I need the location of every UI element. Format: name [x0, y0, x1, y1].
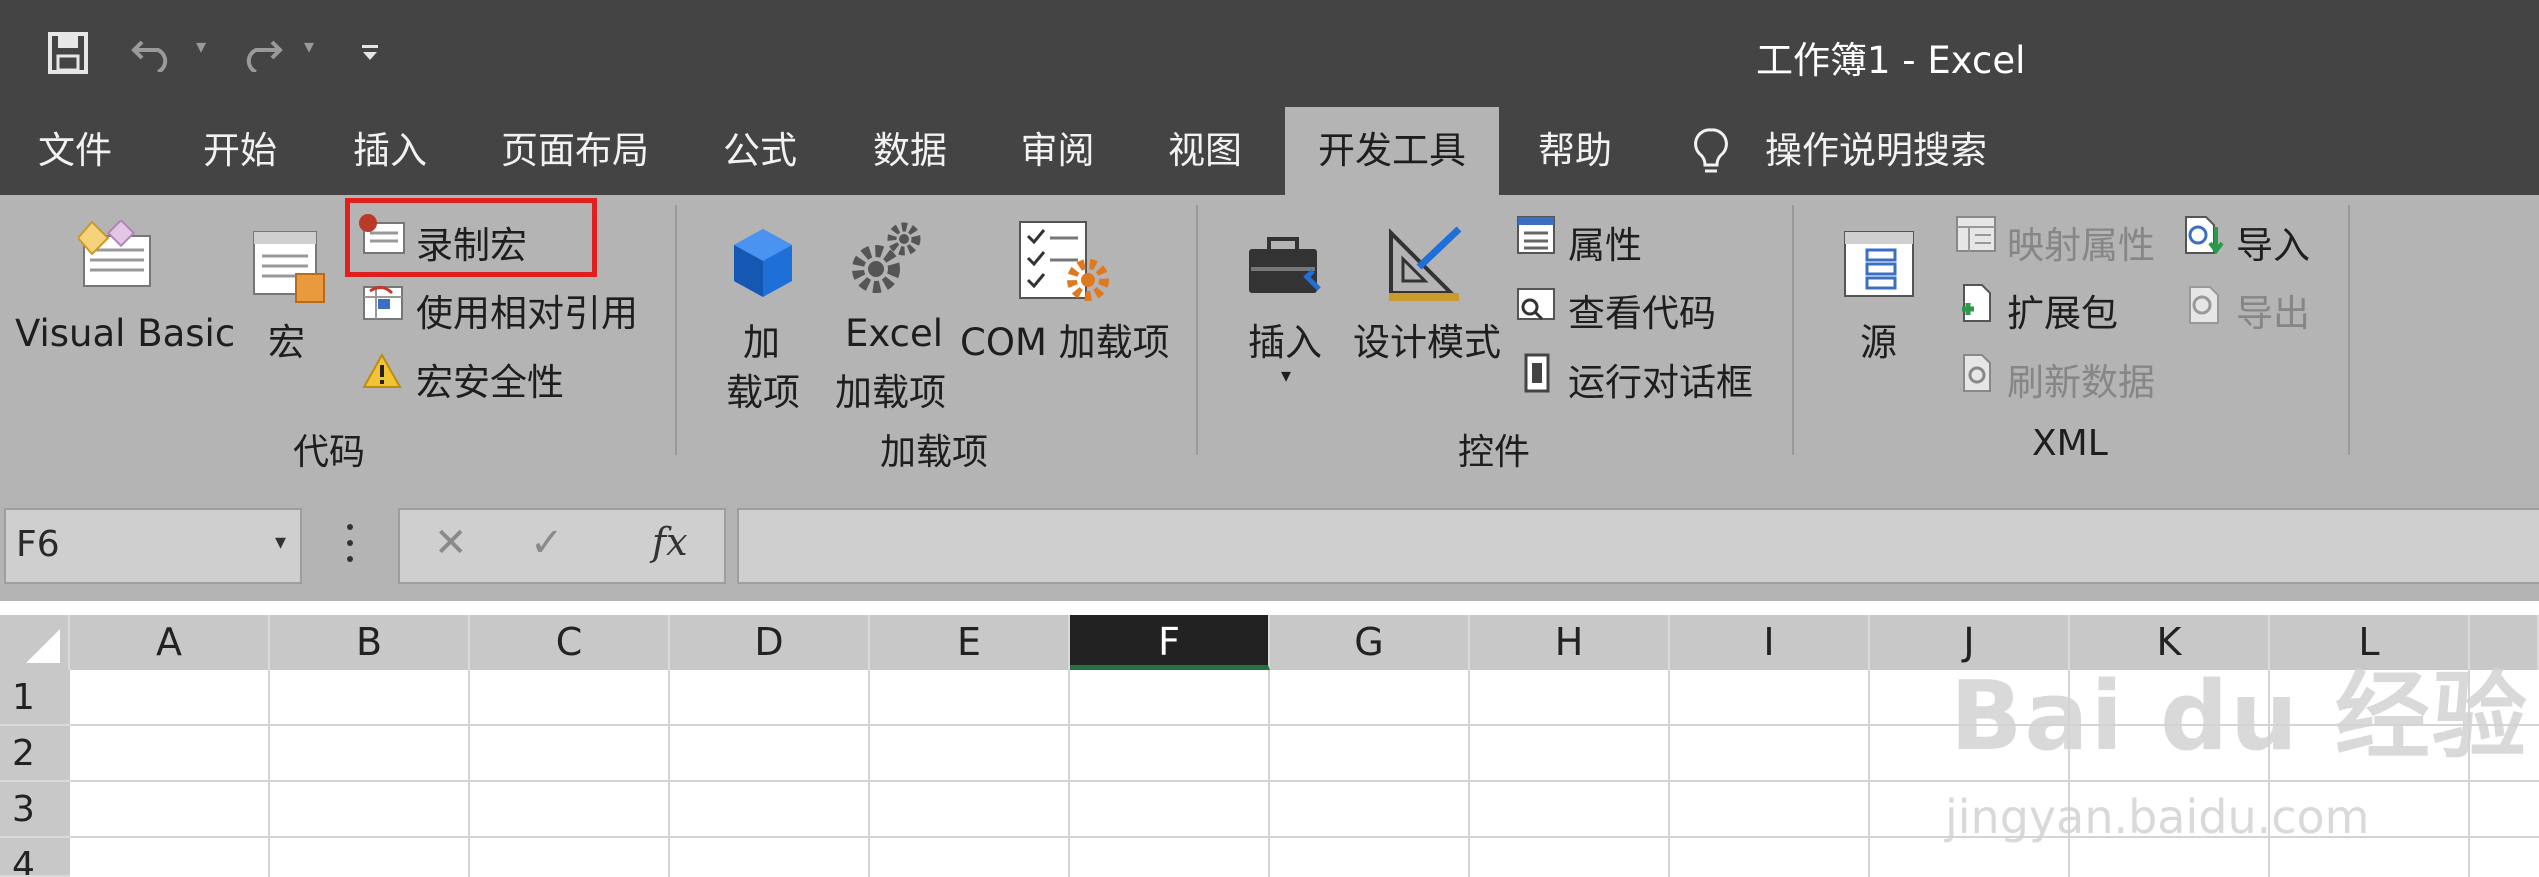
com-addins-icon: [1019, 221, 1109, 301]
tab-page-layout[interactable]: 页面布局: [480, 107, 670, 195]
xml-export-icon: [2189, 286, 2219, 324]
watermark-logo: Bai du 经验: [1950, 662, 2529, 772]
group-label-code: 代码: [293, 432, 366, 473]
select-all-button[interactable]: [0, 615, 70, 670]
expansion-packs-icon: [1962, 284, 1991, 322]
column-header[interactable]: H: [1470, 615, 1670, 670]
visual-basic-icon: [78, 220, 151, 287]
ribbon-tabs: 文件 开始 插入 页面布局 公式 数据 审阅 视图 开发工具 帮助 操作说明搜索: [0, 107, 2539, 195]
tab-formulas[interactable]: 公式: [690, 107, 830, 195]
addins-label-line2[interactable]: 载项: [726, 362, 800, 416]
watermark-url: jingyan.baidu.com: [1945, 790, 2370, 844]
name-box-value: F6: [16, 524, 60, 565]
macros-label[interactable]: 宏: [268, 312, 305, 366]
tab-data[interactable]: 数据: [840, 107, 980, 195]
redo-icon[interactable]: [238, 32, 284, 72]
map-properties-button[interactable]: 映射属性: [2007, 215, 2155, 269]
excel-addins-label-line2[interactable]: 加载项: [835, 362, 946, 416]
row-header[interactable]: 2: [0, 726, 70, 782]
group-separator: [1792, 205, 1794, 455]
redo-dropdown-icon[interactable]: ▾: [304, 36, 314, 56]
relative-refs-icon: [363, 286, 403, 320]
title-bar: ▾ ▾ 工作簿1 - Excel: [0, 0, 2539, 107]
name-box[interactable]: F6 ▾: [4, 508, 302, 584]
undo-icon[interactable]: [130, 32, 176, 72]
warning-icon: [362, 353, 402, 388]
xml-import-button[interactable]: 导入: [2236, 215, 2310, 269]
insert-dropdown-icon[interactable]: ▾: [1281, 363, 1291, 387]
formula-input[interactable]: [737, 508, 2539, 584]
view-code-icon: [1517, 288, 1555, 321]
excel-addins-gear-icon: [852, 222, 921, 293]
tell-me-search[interactable]: 操作说明搜索: [1765, 107, 2005, 195]
xml-source-button[interactable]: 源: [1860, 312, 1897, 366]
tab-home[interactable]: 开始: [160, 107, 320, 195]
column-header[interactable]: D: [670, 615, 870, 670]
properties-icon: [1517, 216, 1555, 254]
run-dialog-button[interactable]: 运行对话框: [1568, 352, 1753, 406]
map-properties-icon: [1956, 216, 1996, 252]
cancel-icon[interactable]: ✕: [434, 520, 468, 566]
customize-qat-icon[interactable]: [360, 44, 380, 62]
insert-function-icon[interactable]: fx: [652, 520, 688, 564]
expansion-packs-button[interactable]: 扩展包: [2007, 283, 2118, 337]
visual-basic-label[interactable]: Visual Basic: [15, 312, 235, 355]
insert-control-icon: [1249, 237, 1321, 293]
design-mode-button[interactable]: 设计模式: [1353, 312, 1501, 366]
refresh-data-button[interactable]: 刷新数据: [2007, 352, 2155, 406]
macros-icon: [253, 231, 325, 303]
refresh-data-icon: [1963, 354, 1991, 392]
column-header-selected[interactable]: F: [1070, 615, 1270, 670]
column-header[interactable]: I: [1670, 615, 1870, 670]
tab-review[interactable]: 审阅: [985, 107, 1130, 195]
column-header[interactable]: E: [870, 615, 1070, 670]
group-separator: [675, 205, 677, 455]
formula-bar-splitter[interactable]: [345, 520, 355, 572]
group-label-controls: 控件: [1458, 432, 1531, 473]
name-box-dropdown-icon[interactable]: ▾: [275, 530, 286, 555]
column-header[interactable]: C: [470, 615, 670, 670]
tab-help[interactable]: 帮助: [1510, 107, 1640, 195]
ribbon-panel: Visual Basic 宏 录制宏 使用相对引用 宏安全性 代码 加 载项 E…: [0, 195, 2539, 473]
group-separator: [1196, 205, 1198, 455]
xml-export-button[interactable]: 导出: [2236, 283, 2310, 337]
column-header[interactable]: G: [1270, 615, 1470, 670]
undo-dropdown-icon[interactable]: ▾: [196, 36, 206, 56]
addins-label-line1[interactable]: 加: [743, 312, 780, 366]
xml-source-icon: [1844, 231, 1914, 297]
row-header[interactable]: 3: [0, 782, 70, 838]
view-code-button[interactable]: 查看代码: [1568, 283, 1716, 337]
xml-import-icon: [2185, 216, 2224, 255]
window-title: 工作簿1 - Excel: [1756, 39, 2026, 82]
properties-button[interactable]: 属性: [1568, 215, 1642, 269]
group-separator: [2348, 205, 2350, 455]
insert-control-button[interactable]: 插入: [1248, 312, 1322, 366]
enter-icon[interactable]: ✓: [530, 520, 564, 566]
run-dialog-icon: [1524, 353, 1550, 393]
design-mode-icon: [1389, 226, 1462, 301]
row-header[interactable]: 1: [0, 670, 70, 726]
tab-file[interactable]: 文件: [0, 107, 150, 195]
relative-refs-button[interactable]: 使用相对引用: [416, 283, 638, 337]
lightbulb-icon: [1694, 128, 1728, 173]
addins-icon: [734, 229, 792, 297]
group-label-addins: 加载项: [880, 432, 989, 473]
tab-developer[interactable]: 开发工具: [1285, 107, 1499, 195]
excel-addins-label-line1[interactable]: Excel: [845, 312, 943, 355]
column-header[interactable]: B: [270, 615, 470, 670]
save-icon[interactable]: [48, 32, 88, 74]
record-macro-icon: [359, 214, 405, 254]
row-header[interactable]: 4: [0, 838, 70, 877]
record-macro-button[interactable]: 录制宏: [416, 215, 527, 269]
group-label-xml: XML: [2032, 423, 2108, 464]
column-header[interactable]: A: [70, 615, 270, 670]
tab-view[interactable]: 视图: [1135, 107, 1275, 195]
formula-buttons: ✕ ✓ fx: [398, 508, 726, 584]
macro-security-button[interactable]: 宏安全性: [416, 352, 564, 406]
com-addins-label[interactable]: COM 加载项: [960, 312, 1170, 366]
tab-insert[interactable]: 插入: [320, 107, 460, 195]
